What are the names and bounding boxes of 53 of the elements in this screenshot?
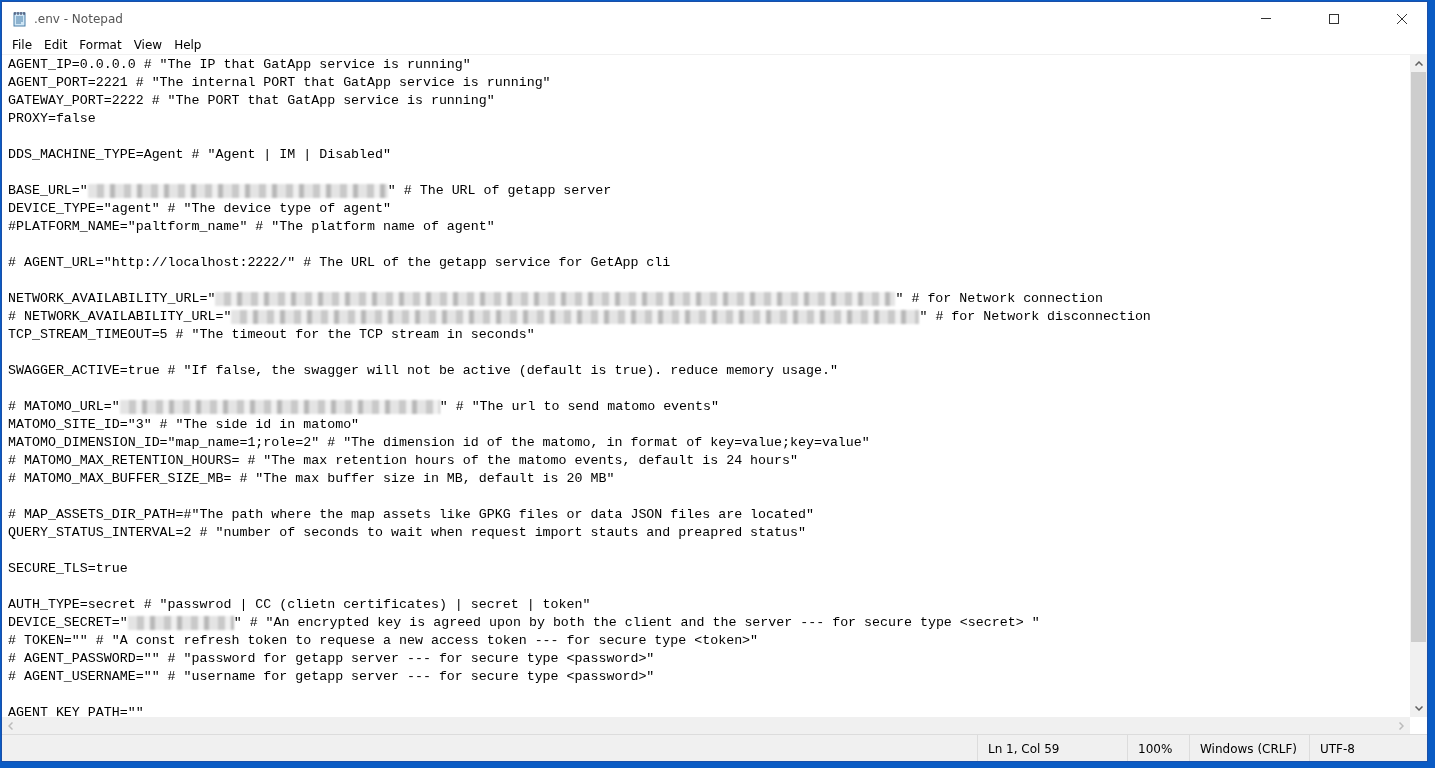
code-text: SWAGGER_ACTIVE=true # "If false, the swagger will not be active (default is true). reduce memory usage." xyxy=(8,362,838,380)
vertical-scrollbar[interactable] xyxy=(1410,55,1427,717)
close-icon xyxy=(1396,12,1408,25)
status-text: UTF-8 xyxy=(1309,735,1399,761)
code-text: # MAP_ASSETS_DIR_PATH=#"The path where the map assets like GPKG files or data JSON files are located" xyxy=(8,506,814,524)
code-text: BASE_URL=" xyxy=(8,182,88,200)
code-text: " # "The url to send matomo events" xyxy=(439,398,719,416)
code-text: # AGENT_USERNAME="" # "username for getapp server --- for secure type <password>" xyxy=(8,668,655,686)
scroll-down-icon[interactable] xyxy=(1414,706,1423,711)
window-title: .env - Notepad xyxy=(34,10,123,28)
code-text: NETWORK_AVAILABILITY_URL=" xyxy=(8,290,216,308)
scrollbar-thumb[interactable] xyxy=(1411,72,1426,642)
code-text: AGENT_IP=0.0.0.0 # "The IP that GatApp service is running" xyxy=(8,56,471,74)
status-text: Ln 1, Col 59 xyxy=(977,735,1127,761)
minimize-icon xyxy=(1261,18,1271,19)
code-text: " # The URL of getapp server xyxy=(387,182,612,200)
code-text: MATOMO_SITE_ID="3" # "The side id in matomo" xyxy=(8,416,360,434)
code-text: AGENT_KEY_PATH="" xyxy=(8,704,144,717)
scroll-right-icon[interactable] xyxy=(1399,721,1404,730)
code-text: MATOMO_DIMENSION_ID="map_name=1;role=2" # "The dimension id of the matomo, in format of key=value;key=value" xyxy=(8,434,870,452)
status-text: 100% xyxy=(1127,735,1189,761)
code-text: # NETWORK_AVAILABILITY_URL=" xyxy=(8,308,232,326)
code-text: QUERY_STATUS_INTERVAL=2 # "number of seconds to wait when request import stauts and preapred status" xyxy=(8,524,806,542)
maximize-icon xyxy=(1328,12,1340,25)
code-text: SECURE_TLS=true xyxy=(8,560,128,578)
code-text: # AGENT_URL="http://localhost:2222/" # The URL of the getapp service for GetApp cli xyxy=(8,254,671,272)
menu-item[interactable]: Help xyxy=(168,35,208,54)
code-text: AGENT_PORT=2221 # "The internal PORT that GatApp service is running" xyxy=(8,74,551,92)
code-text: " # for Network disconnection xyxy=(919,308,1151,326)
code-text: # TOKEN="" # "A const refresh token to requese a new access token --- for secure type <token>" xyxy=(8,632,759,650)
code-text: " # "An encrypted key is agreed upon by both the client and the server --- for secure type <secret> " xyxy=(233,614,1040,632)
code-text: TCP_STREAM_TIMEOUT=5 # "The timeout for the TCP stream in seconds" xyxy=(8,326,535,344)
menu-item[interactable]: Format xyxy=(73,35,128,54)
code-text: # MATOMO_URL=" xyxy=(8,398,120,416)
menu-item[interactable]: File xyxy=(6,35,39,54)
code-text: DDS_MACHINE_TYPE=Agent # "Agent | IM | Disabled" xyxy=(8,146,391,164)
menu-item[interactable]: View xyxy=(127,35,169,54)
status-text: Windows (CRLF) xyxy=(1189,735,1309,761)
menu-item[interactable]: Edit xyxy=(38,35,74,54)
code-text: DEVICE_TYPE="agent" # "The device type of agent" xyxy=(8,200,391,218)
code-text: GATEWAY_PORT=2222 # "The PORT that GatApp service is running" xyxy=(8,92,495,110)
code-text: # MATOMO_MAX_RETENTION_HOURS= # "The max retention hours of the matomo events, default is 24 hours" xyxy=(8,452,798,470)
code-text: # MATOMO_MAX_BUFFER_SIZE_MB= # "The max buffer size in MB, default is 20 MB" xyxy=(8,470,615,488)
scroll-left-icon[interactable] xyxy=(8,721,13,730)
code-text: " # for Network connection xyxy=(895,290,1103,308)
code-text: #PLATFORM_NAME="paltform_name" # "The platform name of agent" xyxy=(8,218,495,236)
code-text: AUTH_TYPE=secret # "passwrod | CC (clietn certificates) | secret | token" xyxy=(8,596,591,614)
horizontal-scrollbar[interactable] xyxy=(2,717,1410,734)
scroll-up-icon[interactable] xyxy=(1414,61,1423,66)
code-text: PROXY=false xyxy=(8,110,96,128)
notepad-icon xyxy=(12,10,28,27)
code-text: DEVICE_SECRET=" xyxy=(8,614,128,632)
code-text: # AGENT_PASSWORD="" # "password for getapp server --- for secure type <password>" xyxy=(8,650,655,668)
